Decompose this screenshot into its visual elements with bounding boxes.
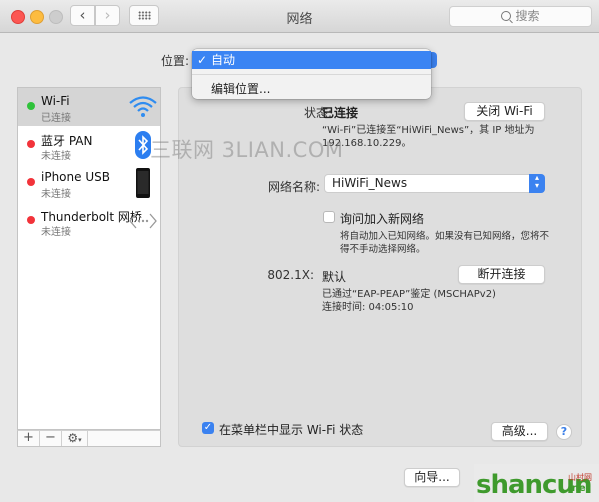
- help-button[interactable]: ?: [556, 424, 572, 440]
- service-item-iphone-usb[interactable]: iPhone USB 未连接: [18, 164, 160, 202]
- dot1x-description: 已通过“EAP-PEAP”鉴定 (MSCHAPv2) 连接时间: 04:05:1…: [322, 288, 496, 314]
- assistant-button[interactable]: 向导...: [404, 468, 460, 487]
- network-name-label: 网络名称:: [267, 180, 320, 194]
- remove-service-button[interactable]: −: [40, 431, 62, 446]
- service-name: iPhone USB: [41, 170, 110, 184]
- location-option-auto[interactable]: ✓ 自动: [192, 51, 431, 69]
- search-icon: [501, 11, 512, 21]
- checkmark-icon: ✓: [197, 53, 208, 67]
- search-field[interactable]: 搜索: [449, 6, 592, 27]
- turn-off-wifi-button[interactable]: 关闭 Wi-Fi: [464, 102, 545, 121]
- network-name-select[interactable]: HiWiFi_News ▴ ▾: [324, 174, 545, 193]
- status-dot: [27, 102, 35, 110]
- logo-net: .net: [568, 483, 591, 494]
- show-in-menubar-label: 在菜单栏中显示 Wi-Fi 状态: [219, 423, 364, 437]
- service-item-wifi[interactable]: Wi-Fi 已连接: [18, 88, 160, 126]
- ask-join-label: 询问加入新网络: [340, 212, 425, 226]
- thunderbolt-bridge-icon: [129, 213, 157, 229]
- show-in-menubar-checkbox[interactable]: ✓: [202, 422, 214, 434]
- status-dot: [27, 178, 35, 186]
- disconnect-button[interactable]: 断开连接: [458, 265, 545, 284]
- service-status: 未连接: [41, 151, 71, 162]
- dot1x-value: 默认: [322, 270, 347, 284]
- gear-icon: ⚙: [67, 431, 79, 445]
- service-name: Wi-Fi: [41, 94, 70, 108]
- action-menu-button[interactable]: ⚙▾: [62, 431, 88, 446]
- chevron-down-icon: ▾: [78, 436, 82, 444]
- watermark-text: 三联网 3LIAN.COM: [150, 138, 344, 162]
- search-placeholder: 搜索: [515, 9, 540, 23]
- option-label: 自动: [211, 53, 236, 67]
- location-option-edit[interactable]: 编辑位置...: [211, 80, 270, 97]
- wifi-icon: [129, 96, 157, 117]
- dot1x-auth-line: 已通过“EAP-PEAP”鉴定 (MSCHAPv2): [322, 289, 496, 300]
- menu-separator: [192, 74, 431, 75]
- status-dot: [27, 216, 35, 224]
- site-logo: shancun 山村网 .net: [474, 464, 599, 502]
- service-list-toolbar: + − ⚙▾: [17, 430, 161, 447]
- status-description: “Wi-Fi”已连接至“HiWiFi_News”，其 IP 地址为 192.16…: [322, 124, 535, 150]
- location-menu: ✓ 自动 编辑位置...: [192, 49, 431, 99]
- network-name-value: HiWiFi_News: [332, 176, 408, 190]
- add-service-button[interactable]: +: [18, 431, 40, 446]
- service-status: 未连接: [41, 189, 71, 200]
- iphone-icon: [136, 168, 150, 198]
- ask-join-description: 将自动加入已知网络。如果没有已知网络，您将不 得不手动选择网络。: [340, 230, 549, 256]
- service-list[interactable]: Wi-Fi 已连接 蓝牙 PAN 未连接 iPhone USB 未连接 Thun…: [17, 87, 161, 430]
- title-bar: ‹ › 网络 搜索: [0, 0, 599, 33]
- status-description-line: “Wi-Fi”已连接至“HiWiFi_News”，其 IP 地址为: [322, 125, 535, 136]
- updown-stepper-icon: ▴ ▾: [529, 174, 545, 193]
- ask-join-description-line: 将自动加入已知网络。如果没有已知网络，您将不: [340, 231, 550, 242]
- ask-join-description-line: 得不手动选择网络。: [340, 244, 426, 255]
- status-description-line: 192.168.10.229。: [322, 138, 412, 149]
- dot1x-label: 802.1X:: [267, 268, 314, 282]
- status-dot: [27, 140, 35, 148]
- advanced-button[interactable]: 高级...: [491, 422, 548, 441]
- service-status: 已连接: [41, 113, 71, 124]
- location-label: 位置:: [161, 54, 190, 68]
- connection-time-line: 连接时间: 04:05:10: [322, 302, 414, 313]
- logo-cn: 山村网: [568, 473, 592, 482]
- status-value: 已连接: [322, 106, 359, 120]
- service-item-bluetooth-pan[interactable]: 蓝牙 PAN 未连接: [18, 126, 160, 164]
- ask-join-checkbox[interactable]: [323, 211, 335, 223]
- service-status: 未连接: [41, 227, 71, 238]
- service-item-thunderbolt-bridge[interactable]: Thunderbolt 网桥 未连接: [18, 202, 160, 240]
